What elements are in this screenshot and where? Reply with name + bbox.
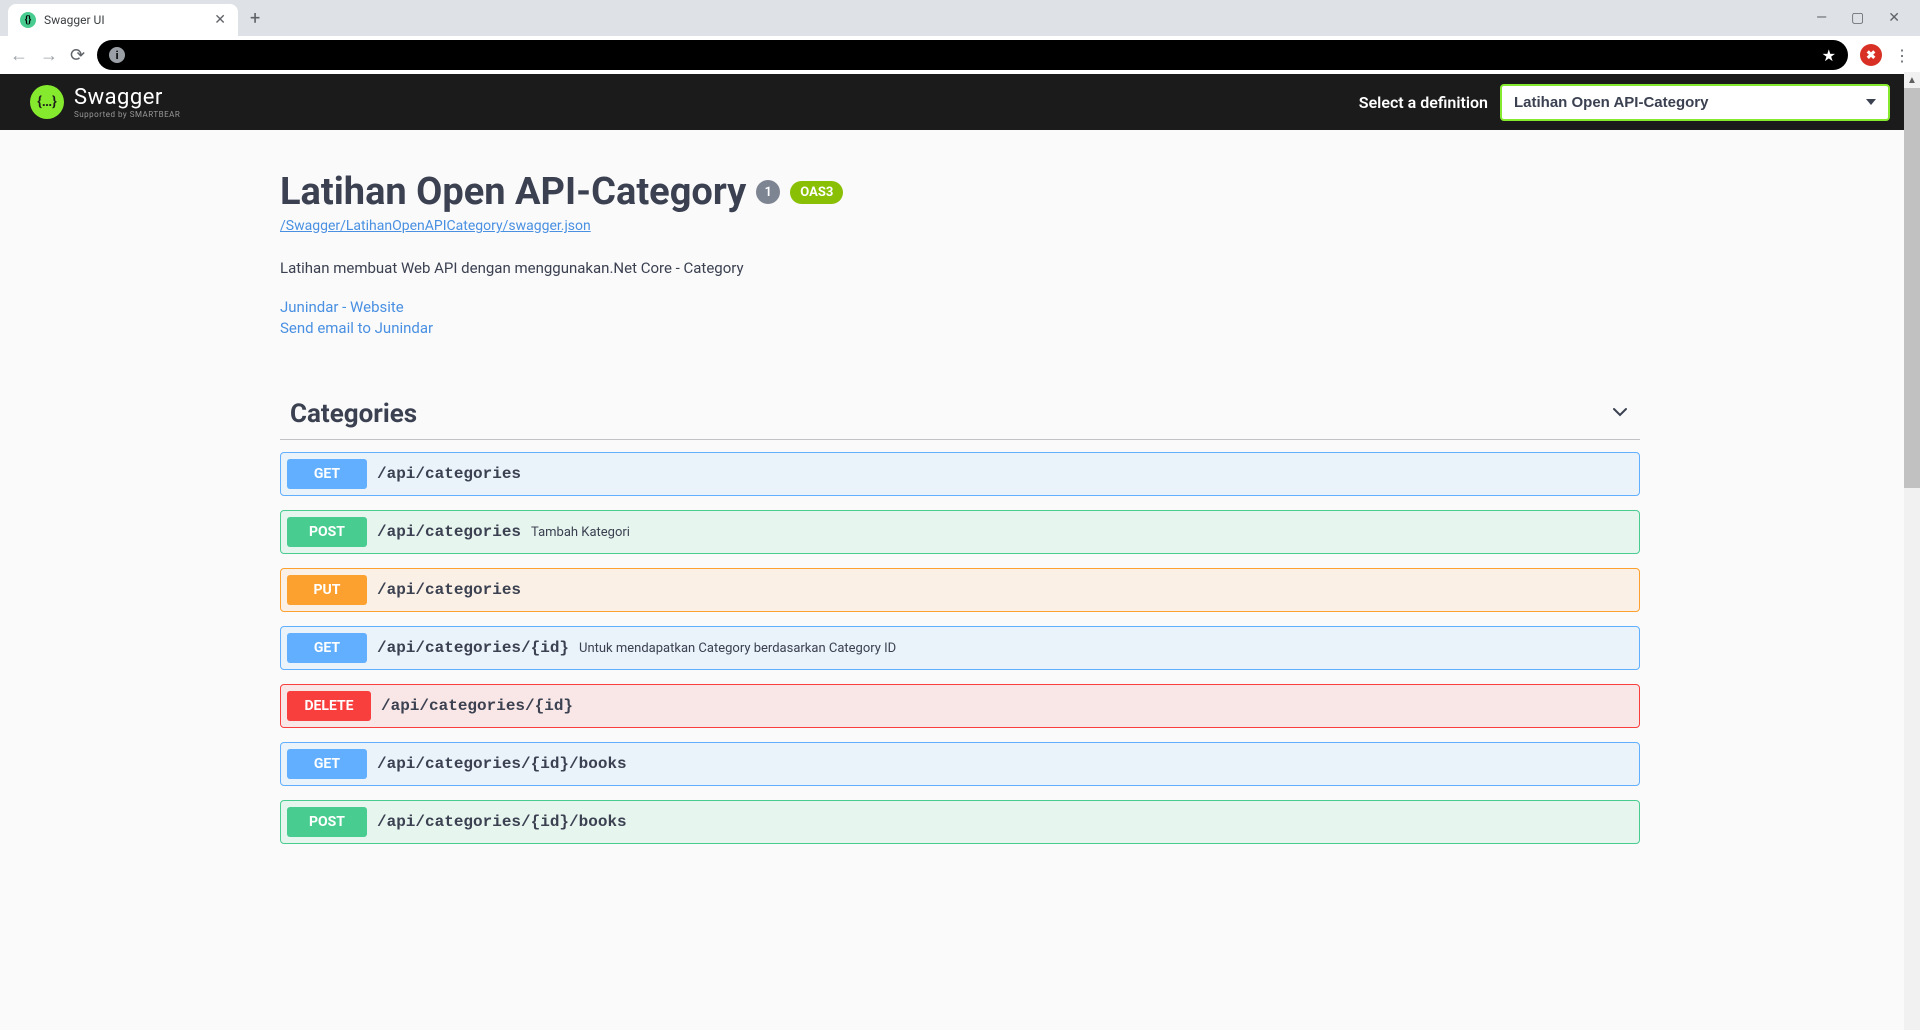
opblock-put-2[interactable]: PUT/api/categories bbox=[280, 568, 1640, 612]
api-description: Latihan membuat Web API dengan menggunak… bbox=[280, 259, 1640, 277]
opblock-post-6[interactable]: POST/api/categories/{id}/books bbox=[280, 800, 1640, 844]
method-badge: GET bbox=[287, 459, 367, 489]
browser-chrome: {} Swagger UI ✕ + — ▢ ✕ ← → ⟳ i ★ ✖ ⋮ bbox=[0, 0, 1920, 74]
tab-title: Swagger UI bbox=[44, 13, 206, 27]
browser-tab[interactable]: {} Swagger UI ✕ bbox=[8, 4, 238, 36]
endpoint-path: /api/categories/{id}/books bbox=[377, 755, 627, 773]
reload-button[interactable]: ⟳ bbox=[70, 45, 85, 66]
nav-bar: ← → ⟳ i ★ ✖ ⋮ bbox=[0, 36, 1920, 74]
contact-website-link[interactable]: Junindar - Website bbox=[280, 297, 1640, 318]
swagger-topbar: {…} Swagger Supported by SMARTBEAR Selec… bbox=[0, 74, 1920, 130]
endpoint-summary: Untuk mendapatkan Category berdasarkan C… bbox=[579, 641, 896, 656]
endpoint-path: /api/categories bbox=[377, 523, 521, 541]
forward-button[interactable]: → bbox=[40, 45, 58, 66]
method-badge: GET bbox=[287, 633, 367, 663]
browser-menu-icon[interactable]: ⋮ bbox=[1894, 46, 1910, 65]
new-tab-button[interactable]: + bbox=[250, 8, 260, 29]
method-badge: POST bbox=[287, 517, 367, 547]
contact-email-link[interactable]: Send email to Junindar bbox=[280, 318, 1640, 339]
address-bar[interactable]: i ★ bbox=[97, 40, 1848, 70]
method-badge: PUT bbox=[287, 575, 367, 605]
window-controls: — ▢ ✕ bbox=[1816, 10, 1912, 26]
method-badge: POST bbox=[287, 807, 367, 837]
scroll-up-icon[interactable]: ▲ bbox=[1904, 72, 1920, 88]
opblock-get-5[interactable]: GET/api/categories/{id}/books bbox=[280, 742, 1640, 786]
operations-list: GET/api/categories POST/api/categories Tam… bbox=[280, 452, 1640, 844]
api-title: Latihan Open API-Category bbox=[280, 170, 746, 214]
close-window-button[interactable]: ✕ bbox=[1888, 10, 1900, 26]
opblock-get-0[interactable]: GET/api/categories bbox=[280, 452, 1640, 496]
endpoint-path: /api/categories/{id}/books bbox=[377, 813, 627, 831]
tag-section: Categories GET/api/categoriesPOST/api/ca… bbox=[280, 389, 1640, 844]
logo-text-main: Swagger bbox=[74, 85, 180, 110]
opblock-post-1[interactable]: POST/api/categories Tambah Kategori bbox=[280, 510, 1640, 554]
swagger-favicon-icon: {} bbox=[20, 12, 36, 28]
version-badge: 1 bbox=[756, 180, 780, 204]
definition-label: Select a definition bbox=[1359, 93, 1488, 112]
close-tab-icon[interactable]: ✕ bbox=[214, 12, 226, 28]
scrollbar[interactable]: ▲ bbox=[1904, 72, 1920, 1030]
api-title-row: Latihan Open API-Category 1 OAS3 bbox=[280, 170, 1640, 214]
endpoint-path: /api/categories bbox=[377, 465, 521, 483]
opblock-get-3[interactable]: GET/api/categories/{id} Untuk mendapatkan… bbox=[280, 626, 1640, 670]
method-badge: DELETE bbox=[287, 691, 371, 721]
contact-links: Junindar - Website Send email to Juninda… bbox=[280, 297, 1640, 339]
definition-select[interactable]: Latihan Open API-Category bbox=[1500, 84, 1890, 121]
main-container: Latihan Open API-Category 1 OAS3 /Swagge… bbox=[250, 130, 1670, 888]
scroll-thumb[interactable] bbox=[1904, 88, 1920, 488]
tag-name: Categories bbox=[290, 399, 417, 429]
method-badge: GET bbox=[287, 749, 367, 779]
endpoint-path: /api/categories/{id} bbox=[377, 639, 569, 657]
swagger-badge-icon: {…} bbox=[30, 85, 64, 119]
spec-url-link[interactable]: /Swagger/LatihanOpenAPICategory/swagger.… bbox=[280, 218, 1640, 234]
endpoint-path: /api/categories bbox=[377, 581, 521, 599]
site-info-icon[interactable]: i bbox=[109, 47, 125, 63]
opblock-delete-4[interactable]: DELETE/api/categories/{id} bbox=[280, 684, 1640, 728]
minimize-button[interactable]: — bbox=[1816, 10, 1827, 26]
tag-header[interactable]: Categories bbox=[280, 389, 1640, 440]
logo-text-sub: Supported by SMARTBEAR bbox=[74, 110, 180, 119]
maximize-button[interactable]: ▢ bbox=[1851, 10, 1864, 26]
swagger-logo[interactable]: {…} Swagger Supported by SMARTBEAR bbox=[30, 85, 180, 119]
extension-icon[interactable]: ✖ bbox=[1860, 44, 1882, 66]
oas-badge: OAS3 bbox=[790, 181, 843, 204]
chevron-down-icon bbox=[1610, 402, 1630, 427]
tab-bar: {} Swagger UI ✕ + — ▢ ✕ bbox=[0, 0, 1920, 36]
bookmark-star-icon[interactable]: ★ bbox=[1822, 46, 1836, 65]
endpoint-summary: Tambah Kategori bbox=[531, 525, 630, 540]
endpoint-path: /api/categories/{id} bbox=[381, 697, 573, 715]
back-button[interactable]: ← bbox=[10, 45, 28, 66]
definition-selector: Select a definition Latihan Open API-Cat… bbox=[1359, 84, 1890, 121]
